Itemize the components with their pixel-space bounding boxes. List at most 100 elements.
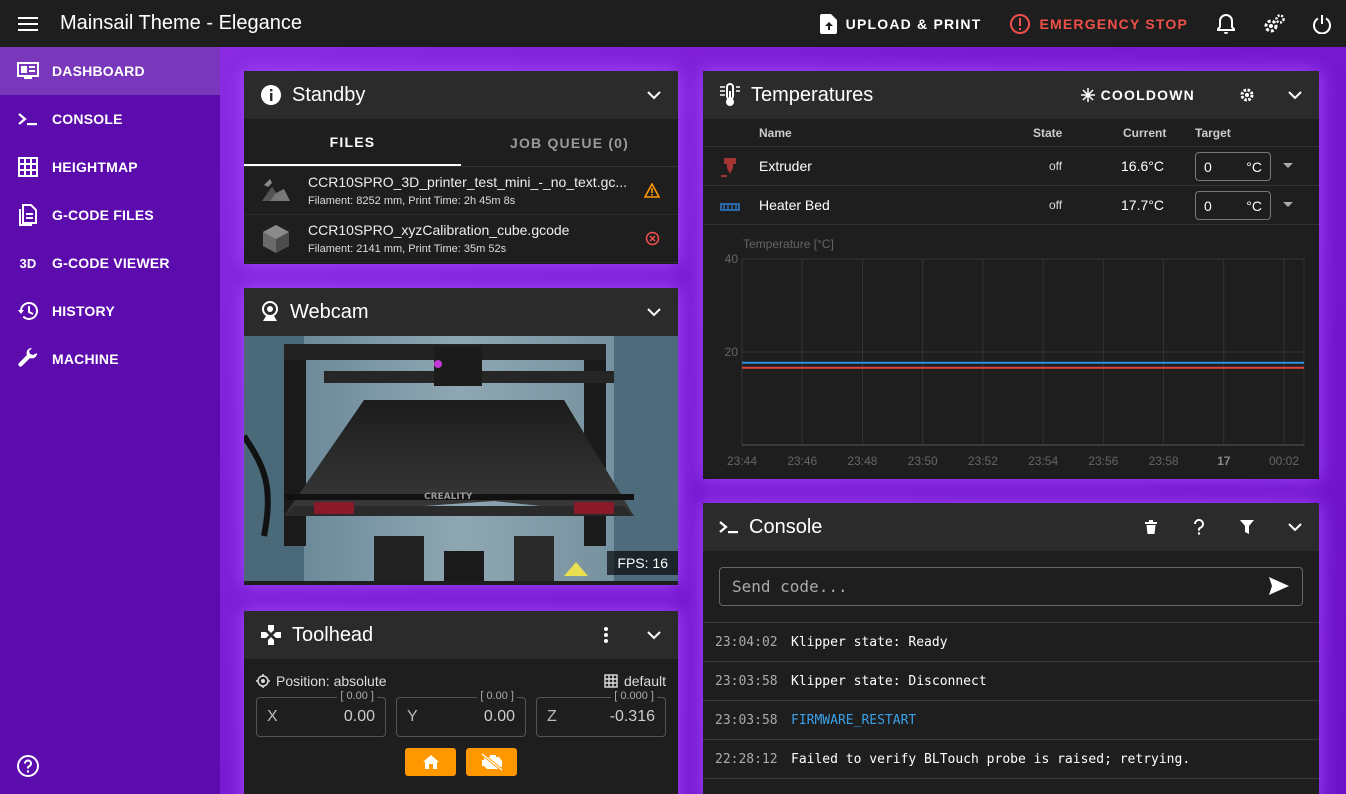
file-row[interactable]: CCR10SPRO_3D_printer_test_mini_-_no_text… (244, 167, 678, 215)
upload-print-button[interactable]: UPLOAD & PRINT (806, 0, 996, 47)
position-mode[interactable]: Position: absolute (256, 673, 387, 689)
y-label: Y (407, 708, 418, 725)
webcam-panel: Webcam CREALITY FPS: 16 (244, 288, 678, 585)
heater-name: Heater Bed (759, 197, 830, 213)
y-position-field[interactable]: [ 0.00 ] Y 0.00 (396, 690, 526, 737)
x-position-field[interactable]: [ 0.00 ] X 0.00 (256, 690, 386, 737)
file-thumbnail (244, 167, 308, 215)
col-current: Current (1123, 125, 1167, 140)
z-label: Z (547, 708, 557, 725)
gamepad-icon (261, 625, 281, 645)
log-entry: 22:28:12 Failed to verify BLTouch probe … (703, 740, 1319, 779)
sidebar-item-gcode-files[interactable]: G-CODE FILES (0, 191, 220, 239)
console-log: 23:04:02 Klipper state: Ready 23:03:58 K… (703, 622, 1319, 779)
sidebar-item-machine[interactable]: MACHINE (0, 335, 220, 383)
fps-counter: FPS: 16 (607, 551, 678, 575)
webcam-title: Webcam (290, 300, 369, 323)
more-vertical-icon[interactable] (596, 625, 616, 645)
chart-x-tick-label: 23:54 (1028, 454, 1058, 468)
sidebar-item-label: HEIGHTMAP (52, 159, 138, 175)
help-question-icon[interactable] (1175, 504, 1223, 551)
log-command[interactable]: FIRMWARE_RESTART (791, 713, 916, 728)
crosshair-icon (256, 674, 270, 688)
chevron-down-icon[interactable] (1271, 504, 1319, 551)
tab-job-queue[interactable]: JOB QUEUE (0) (461, 119, 678, 166)
sidebar-item-label: DASHBOARD (52, 63, 145, 79)
target-value: 0 (1204, 159, 1212, 175)
warning-icon (643, 182, 661, 203)
tab-files[interactable]: FILES (244, 119, 461, 166)
chevron-down-icon[interactable] (644, 625, 664, 645)
sidebar-item-history[interactable]: HISTORY (0, 287, 220, 335)
file-thumbnail (244, 215, 308, 263)
menu-icon[interactable] (0, 0, 56, 47)
file-name: CCR10SPRO_3D_printer_test_mini_-_no_text… (308, 174, 628, 190)
log-entry: 23:04:02 Klipper state: Ready (703, 623, 1319, 662)
send-code-input[interactable] (720, 568, 1302, 605)
temperature-row-extruder: Extruder off 16.6°C 0 °C (703, 147, 1319, 186)
heater-bed-target-input[interactable]: 0 °C (1195, 191, 1271, 220)
target-unit: °C (1246, 198, 1262, 214)
preset-dropdown-arrow[interactable] (1283, 163, 1293, 168)
chart-ylabel: Temperature [°C] (743, 237, 834, 251)
sidebar-item-dashboard[interactable]: DASHBOARD (0, 47, 220, 95)
sidebar-item-console[interactable]: CONSOLE (0, 95, 220, 143)
console-title: Console (749, 515, 823, 538)
error-circle-icon (645, 231, 660, 251)
z-value: -0.316 (609, 708, 655, 725)
sidebar-item-label: HISTORY (52, 303, 115, 319)
chart-x-tick-label: 23:48 (847, 454, 877, 468)
chevron-down-icon[interactable] (644, 85, 664, 105)
send-icon[interactable] (1268, 576, 1290, 596)
y-target: [ 0.00 ] (477, 690, 517, 702)
console-icon (719, 521, 738, 534)
target-value: 0 (1204, 198, 1212, 214)
settings-cogs-icon[interactable] (1250, 0, 1298, 47)
chart-y-tick-label: 40 (725, 252, 739, 266)
motors-off-button[interactable] (466, 748, 517, 776)
app-title: Mainsail Theme - Elegance (60, 12, 302, 34)
cooldown-button[interactable]: COOLDOWN (1080, 87, 1195, 103)
z-position-field[interactable]: [ 0.000 ] Z -0.316 (536, 690, 666, 737)
filter-icon[interactable] (1223, 504, 1271, 551)
log-entry: 23:03:58 Klipper state: Disconnect (703, 662, 1319, 701)
notifications-bell-icon[interactable] (1202, 0, 1250, 47)
chart-x-tick-label: 23:44 (727, 454, 757, 468)
temperature-settings-gear-icon[interactable] (1223, 72, 1271, 119)
sidebar-item-gcode-viewer[interactable]: 3D G-CODE VIEWER (0, 239, 220, 287)
extruder-target-input[interactable]: 0 °C (1195, 152, 1271, 181)
chevron-down-icon[interactable] (1271, 72, 1319, 119)
toolhead-title: Toolhead (292, 623, 374, 646)
standby-header: Standby (244, 71, 678, 119)
help-icon[interactable] (16, 754, 40, 778)
home-icon (422, 755, 439, 769)
col-target: Target (1195, 125, 1231, 140)
emergency-stop-button[interactable]: EMERGENCY STOP (995, 0, 1202, 47)
file-icon (16, 203, 40, 227)
x-label: X (267, 708, 278, 725)
upload-file-icon (819, 13, 837, 34)
trash-icon[interactable] (1127, 504, 1175, 551)
alert-circle-icon (1010, 13, 1031, 34)
heater-state: off (1049, 159, 1063, 173)
upload-print-label: UPLOAD & PRINT (845, 15, 982, 32)
home-all-button[interactable] (405, 748, 456, 776)
z-target: [ 0.000 ] (611, 690, 657, 702)
webcam-stream: CREALITY FPS: 16 (244, 336, 678, 581)
mesh-profile[interactable]: default (604, 673, 666, 689)
engine-off-icon (480, 753, 503, 771)
chevron-down-icon[interactable] (644, 302, 664, 322)
3d-icon: 3D (19, 255, 37, 271)
toolhead-panel: Toolhead Position: absolute default [ 0.… (244, 611, 678, 794)
snowflake-icon (1080, 88, 1095, 102)
chart-x-tick-label: 23:58 (1149, 454, 1179, 468)
cooldown-label: COOLDOWN (1100, 87, 1195, 103)
log-message: Failed to verify BLTouch probe is raised… (791, 751, 1191, 767)
power-icon[interactable] (1298, 0, 1346, 47)
file-row[interactable]: CCR10SPRO_xyzCalibration_cube.gcode Fila… (244, 215, 678, 263)
preset-dropdown-arrow[interactable] (1283, 202, 1293, 207)
app-bar: Mainsail Theme - Elegance UPLOAD & PRINT… (0, 0, 1346, 47)
x-target: [ 0.00 ] (337, 690, 377, 702)
standby-panel: Standby FILES JOB QUEUE (0) CCR10SPRO_3D… (244, 71, 678, 264)
sidebar-item-heightmap[interactable]: HEIGHTMAP (0, 143, 220, 191)
